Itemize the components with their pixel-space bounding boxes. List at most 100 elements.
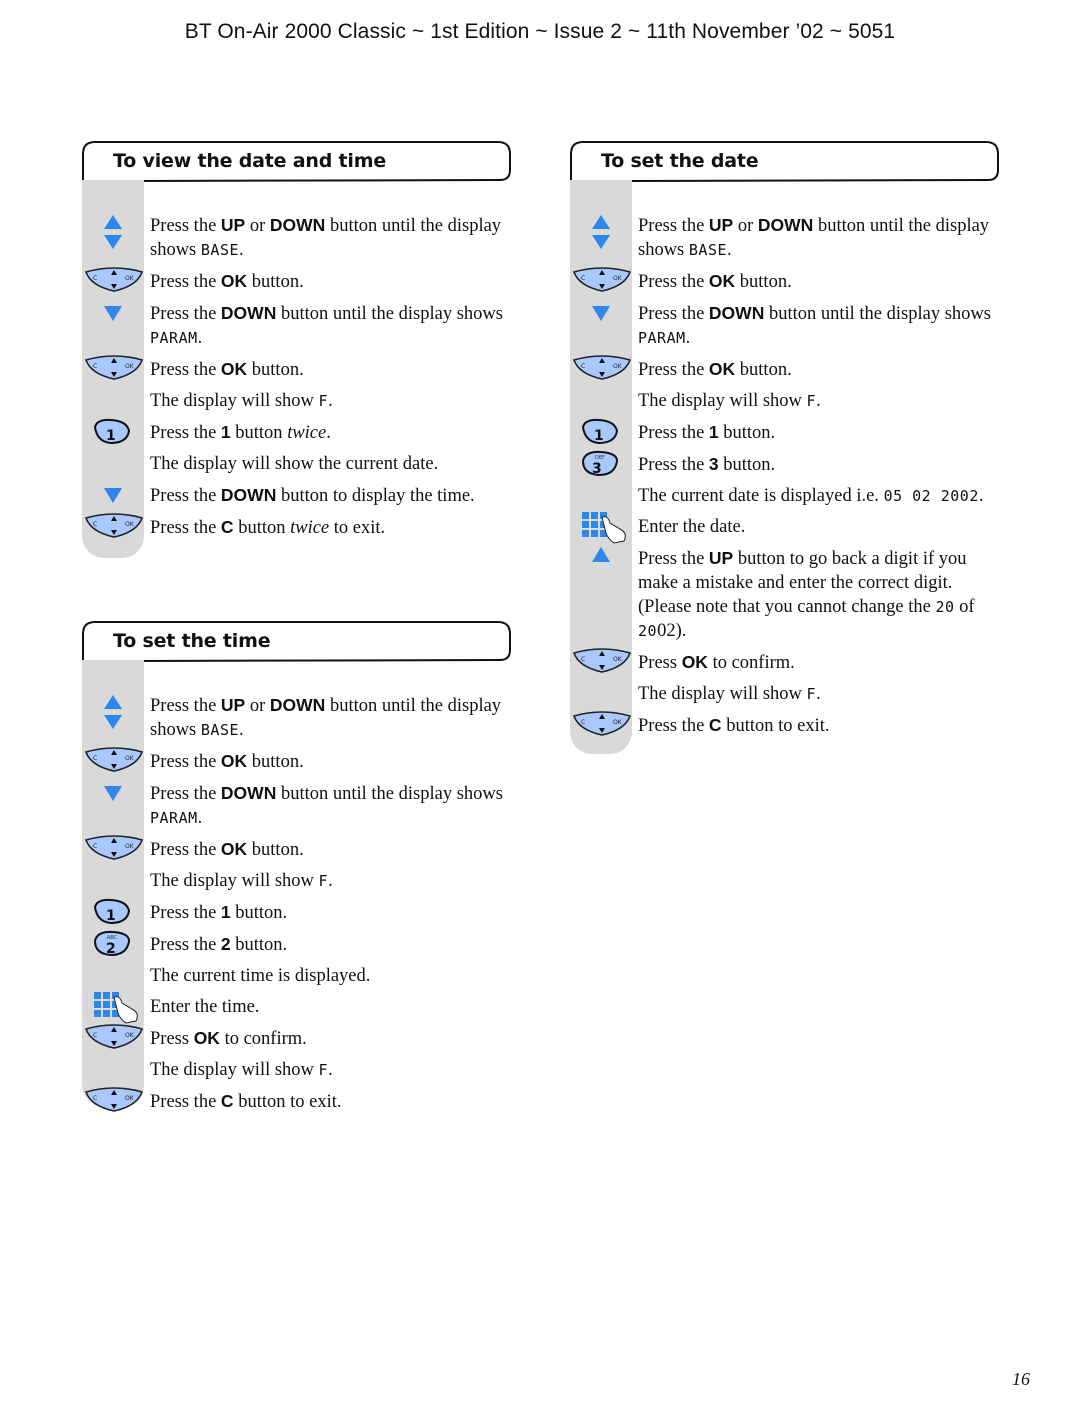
key-2-icon: ABC 2 — [80, 930, 150, 963]
step-text: Press the OK button. — [150, 836, 510, 868]
text: or — [245, 696, 270, 716]
svg-text:OK: OK — [125, 755, 135, 762]
text: Press the — [150, 935, 221, 955]
text: button. — [247, 840, 304, 860]
button-name: DOWN — [269, 215, 326, 235]
button-name: 3 — [708, 454, 719, 474]
svg-text:OK: OK — [613, 719, 623, 726]
step-text: Press the DOWN button to display the tim… — [150, 482, 510, 514]
display-text: F — [318, 1061, 329, 1079]
text: Press the — [638, 549, 709, 569]
step-text: The display will show F. — [150, 1057, 510, 1088]
display-text: F — [318, 872, 329, 890]
text: Press the — [638, 304, 709, 324]
text: button. — [230, 903, 288, 923]
svg-text:OK: OK — [613, 275, 623, 282]
instruction-step: Press the UP or DOWN button until the di… — [80, 692, 510, 748]
section-header: To view the date and time — [80, 140, 511, 204]
text: button. — [247, 360, 304, 380]
svg-text:3: 3 — [592, 461, 602, 477]
text: Enter the time. — [150, 997, 260, 1017]
text: Press the — [150, 304, 221, 324]
section-header: To set the time — [80, 620, 511, 684]
button-name: 1 — [708, 422, 719, 442]
nav-key-icon: C OK — [80, 355, 150, 388]
text: button. — [718, 455, 776, 475]
step-text: Press the 1 button twice. — [150, 419, 510, 451]
display-text: F — [806, 392, 817, 410]
text: The current time is displayed. — [150, 966, 371, 986]
display-text: BASE — [200, 721, 240, 739]
text: The current date is displayed i.e. — [638, 486, 884, 506]
svg-text:C: C — [581, 656, 585, 663]
text: ). — [675, 621, 687, 641]
text: button to exit. — [233, 1092, 342, 1112]
step-text: Press the OK button. — [150, 268, 510, 300]
svg-text:OK: OK — [125, 521, 135, 528]
no-icon — [80, 868, 150, 899]
instruction-step: 1 Press the 1 button. — [568, 418, 998, 451]
text: . — [239, 240, 244, 260]
text: Press the — [638, 216, 709, 236]
text: . — [816, 391, 821, 411]
text: Press the — [638, 455, 709, 475]
running-header: BT On-Air 2000 Classic ~ 1st Edition ~ I… — [184, 20, 896, 43]
step-text: Press the OK button. — [150, 356, 510, 388]
step-text: Press the OK button. — [638, 356, 998, 388]
text: Press — [150, 1029, 194, 1049]
text: The display will show — [638, 684, 807, 704]
svg-text:1: 1 — [106, 908, 116, 924]
instruction-step: The current time is displayed. — [80, 963, 510, 994]
svg-text:1: 1 — [106, 428, 116, 444]
instruction-step: ABC 2 Press the 2 button. — [80, 930, 510, 963]
section-set-time: To set the time Press the UP or DOWN but… — [80, 620, 511, 1120]
svg-text:C: C — [581, 275, 585, 282]
section-view-date-time: To view the date and time Press the UP o… — [80, 140, 511, 558]
svg-text:C: C — [581, 719, 585, 726]
text: Press the — [150, 1092, 221, 1112]
button-name: DOWN — [757, 215, 814, 235]
text: The display will show — [150, 871, 319, 891]
emphasis: twice — [287, 423, 327, 443]
text: The display will show — [638, 391, 807, 411]
text: . — [978, 486, 984, 506]
step-text: Press the 1 button. — [638, 419, 998, 451]
display-text: PARAM — [150, 329, 198, 347]
svg-text:C: C — [581, 363, 585, 370]
button-name: UP — [220, 695, 246, 715]
step-text: The display will show F. — [150, 388, 510, 419]
instruction-step: The display will show F. — [80, 388, 510, 419]
section-header: To set the date — [568, 140, 999, 204]
no-icon — [568, 483, 638, 514]
key-1-icon: 1 — [568, 418, 638, 451]
button-name: C — [220, 1091, 234, 1111]
button-name: DOWN — [220, 783, 277, 803]
button-name: OK — [681, 652, 708, 672]
svg-text:OK: OK — [125, 1095, 135, 1102]
text: Press the — [638, 423, 709, 443]
instruction-step: C OK Press the OK button. — [80, 355, 510, 388]
instruction-step: Press the DOWN button to display the tim… — [80, 482, 510, 514]
step-text: Press the UP button to go back a digit i… — [638, 545, 998, 649]
section-title: To set the date — [601, 150, 759, 172]
text: . — [326, 423, 331, 443]
step-text: Press the 1 button. — [150, 899, 510, 931]
no-icon — [80, 963, 150, 994]
emphasis: twice — [290, 518, 330, 538]
step-text: Press the UP or DOWN button until the di… — [150, 212, 510, 268]
text: button until the display shows — [764, 304, 991, 324]
instruction-step: DEF 3 Press the 3 button. — [568, 450, 998, 483]
text: . — [328, 391, 333, 411]
text: Press the — [638, 272, 709, 292]
button-name: C — [220, 517, 234, 537]
instruction-step: The display will show F. — [568, 681, 998, 712]
up-down-arrows-icon — [80, 212, 150, 268]
instruction-step: C OK Press the C button twice to exit. — [80, 513, 510, 546]
step-text: Press the DOWN button until the display … — [150, 780, 510, 836]
button-name: 2 — [220, 934, 231, 954]
step-text: The display will show the current date. — [150, 451, 510, 482]
nav-key-icon: C OK — [568, 711, 638, 744]
instruction-step: Press the DOWN button until the display … — [80, 300, 510, 356]
page-number: 16 — [1012, 1369, 1030, 1389]
svg-text:OK: OK — [125, 843, 135, 850]
